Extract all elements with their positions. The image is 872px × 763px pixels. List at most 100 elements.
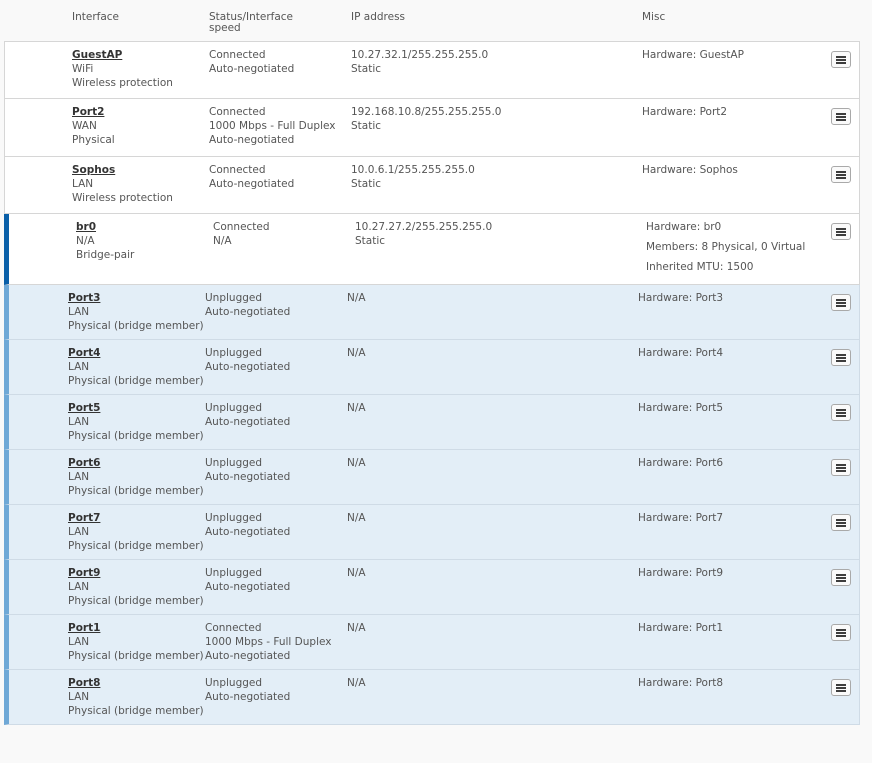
status-text: Unplugged bbox=[205, 677, 263, 689]
interface-name-link[interactable]: Port9 bbox=[68, 566, 204, 580]
status-text: Connected bbox=[213, 221, 270, 233]
ip-text: 192.168.10.8/255.255.255.0 bbox=[351, 106, 502, 118]
status-cell: Connected 1000 Mbps - Full Duplex Auto-neg… bbox=[205, 621, 332, 663]
misc-cell: Hardware: Sophos bbox=[642, 163, 738, 180]
status-cell: Unplugged Auto-negotiated bbox=[205, 566, 290, 594]
ip-text: N/A bbox=[347, 677, 366, 689]
interface-kind: Physical bbox=[72, 134, 115, 146]
hamburger-icon-bar bbox=[836, 302, 846, 304]
hamburger-icon-bar bbox=[836, 234, 846, 236]
bridge-member-row[interactable]: Port9 LAN Physical (bridge member) Unplugge… bbox=[4, 560, 860, 615]
interface-cell: Port9 LAN Physical (bridge member) bbox=[68, 566, 204, 608]
hamburger-menu-icon[interactable] bbox=[831, 108, 851, 125]
bridge-member-row[interactable]: Port4 LAN Physical (bridge member) Unplugge… bbox=[4, 340, 860, 395]
status-text: Auto-negotiated bbox=[205, 361, 291, 373]
interface-name-link[interactable]: Port7 bbox=[68, 511, 204, 525]
ip-text: 10.27.32.1/255.255.255.0 bbox=[351, 49, 489, 61]
hamburger-icon-bar bbox=[836, 354, 846, 356]
ip-text: Static bbox=[351, 178, 382, 190]
hamburger-icon-bar bbox=[836, 174, 846, 176]
hamburger-menu-icon[interactable] bbox=[831, 679, 851, 696]
misc-text: Hardware: Sophos bbox=[642, 164, 738, 176]
hamburger-icon-bar bbox=[836, 525, 846, 527]
hamburger-menu-icon[interactable] bbox=[831, 459, 851, 476]
interface-name-link[interactable]: GuestAP bbox=[72, 48, 173, 62]
interface-type: LAN bbox=[72, 178, 94, 190]
hamburger-icon-bar bbox=[836, 357, 846, 359]
interface-row[interactable]: GuestAP WiFi Wireless protection Connected A… bbox=[4, 41, 860, 99]
hamburger-menu-icon[interactable] bbox=[831, 51, 851, 68]
hamburger-menu-icon[interactable] bbox=[831, 166, 851, 183]
status-text: Auto-negotiated bbox=[205, 691, 291, 703]
bridge-member-row[interactable]: Port5 LAN Physical (bridge member) Unplugge… bbox=[4, 395, 860, 450]
interface-name-link[interactable]: Port8 bbox=[68, 676, 204, 690]
ip-text: 10.0.6.1/255.255.255.0 bbox=[351, 164, 475, 176]
hamburger-menu-icon[interactable] bbox=[831, 569, 851, 586]
status-cell: Connected N/A bbox=[213, 220, 270, 248]
status-text: Auto-negotiated bbox=[205, 306, 291, 318]
interface-row[interactable]: Port2 WAN Physical Connected 1000 Mbps - Ful… bbox=[4, 99, 860, 157]
misc-cell: Hardware: Port9 bbox=[638, 566, 723, 583]
interface-name-link[interactable]: Port1 bbox=[68, 621, 204, 635]
status-cell: Connected 1000 Mbps - Full Duplex Auto-neg… bbox=[209, 105, 336, 147]
hamburger-menu-icon[interactable] bbox=[831, 294, 851, 311]
interface-name-link[interactable]: Sophos bbox=[72, 163, 173, 177]
status-text: 1000 Mbps - Full Duplex bbox=[205, 636, 332, 648]
ip-cell: N/A bbox=[347, 566, 366, 580]
bridge-member-row[interactable]: Port3 LAN Physical (bridge member) Unplugge… bbox=[4, 285, 860, 340]
hamburger-icon-bar bbox=[836, 360, 846, 362]
misc-text: Hardware: Port7 bbox=[638, 512, 724, 524]
interface-kind: Physical (bridge member) bbox=[68, 705, 204, 717]
hamburger-menu-icon[interactable] bbox=[831, 349, 851, 366]
interface-type: N/A bbox=[76, 235, 95, 247]
interface-kind: Wireless protection bbox=[72, 192, 173, 204]
misc-cell: Hardware: Port3 bbox=[638, 291, 723, 308]
status-text: Auto-negotiated bbox=[209, 134, 295, 146]
interface-name-link[interactable]: Port6 bbox=[68, 456, 204, 470]
interface-kind: Physical (bridge member) bbox=[68, 595, 204, 607]
status-cell: Unplugged Auto-negotiated bbox=[205, 676, 290, 704]
interface-cell: Port8 LAN Physical (bridge member) bbox=[68, 676, 204, 718]
hamburger-icon-bar bbox=[836, 574, 846, 576]
interface-type: LAN bbox=[68, 526, 90, 538]
hamburger-menu-icon[interactable] bbox=[831, 514, 851, 531]
hamburger-icon-bar bbox=[836, 629, 846, 631]
bridge-member-row[interactable]: Port6 LAN Physical (bridge member) Unplugge… bbox=[4, 450, 860, 505]
hamburger-icon-bar bbox=[836, 177, 846, 179]
interface-row[interactable]: br0 N/A Bridge-pair Connected N/A 10.27.27.2/… bbox=[4, 214, 860, 285]
interface-name-link[interactable]: Port5 bbox=[68, 401, 204, 415]
interface-kind: Physical (bridge member) bbox=[68, 375, 204, 387]
interface-name-link[interactable]: br0 bbox=[76, 220, 134, 234]
interface-name-link[interactable]: Port2 bbox=[72, 105, 115, 119]
bridge-member-row[interactable]: Port7 LAN Physical (bridge member) Unplugge… bbox=[4, 505, 860, 560]
interface-type: LAN bbox=[68, 581, 90, 593]
hamburger-icon-bar bbox=[836, 470, 846, 472]
hamburger-menu-icon[interactable] bbox=[831, 624, 851, 641]
status-text: Unplugged bbox=[205, 512, 263, 524]
misc-cell: Hardware: Port6 bbox=[638, 456, 723, 473]
interface-row[interactable]: Sophos LAN Wireless protection Connected Aut… bbox=[4, 157, 860, 214]
interface-kind: Physical (bridge member) bbox=[68, 430, 204, 442]
status-cell: Unplugged Auto-negotiated bbox=[205, 346, 290, 374]
interface-name-link[interactable]: Port3 bbox=[68, 291, 204, 305]
misc-text: Hardware: Port8 bbox=[638, 677, 724, 689]
hamburger-icon-bar bbox=[836, 59, 846, 61]
hamburger-menu-icon[interactable] bbox=[831, 404, 851, 421]
misc-cell: Hardware: Port1 bbox=[638, 621, 723, 638]
hamburger-icon-bar bbox=[836, 56, 846, 58]
interface-type: LAN bbox=[68, 691, 90, 703]
misc-cell: Hardware: Port8 bbox=[638, 676, 723, 693]
hamburger-menu-icon[interactable] bbox=[831, 223, 851, 240]
bridge-member-row[interactable]: Port1 LAN Physical (bridge member) Connecte… bbox=[4, 615, 860, 670]
interface-cell: Port3 LAN Physical (bridge member) bbox=[68, 291, 204, 333]
status-text: Unplugged bbox=[205, 292, 263, 304]
ip-cell: N/A bbox=[347, 676, 366, 690]
ip-cell: 10.27.32.1/255.255.255.0 Static bbox=[351, 48, 488, 76]
interface-name-link[interactable]: Port4 bbox=[68, 346, 204, 360]
hamburger-icon-bar bbox=[836, 119, 846, 121]
bridge-member-row[interactable]: Port8 LAN Physical (bridge member) Unplugge… bbox=[4, 670, 860, 725]
interface-kind: Physical (bridge member) bbox=[68, 540, 204, 552]
hamburger-icon-bar bbox=[836, 522, 846, 524]
status-text: Auto-negotiated bbox=[205, 416, 291, 428]
interface-type: LAN bbox=[68, 471, 90, 483]
